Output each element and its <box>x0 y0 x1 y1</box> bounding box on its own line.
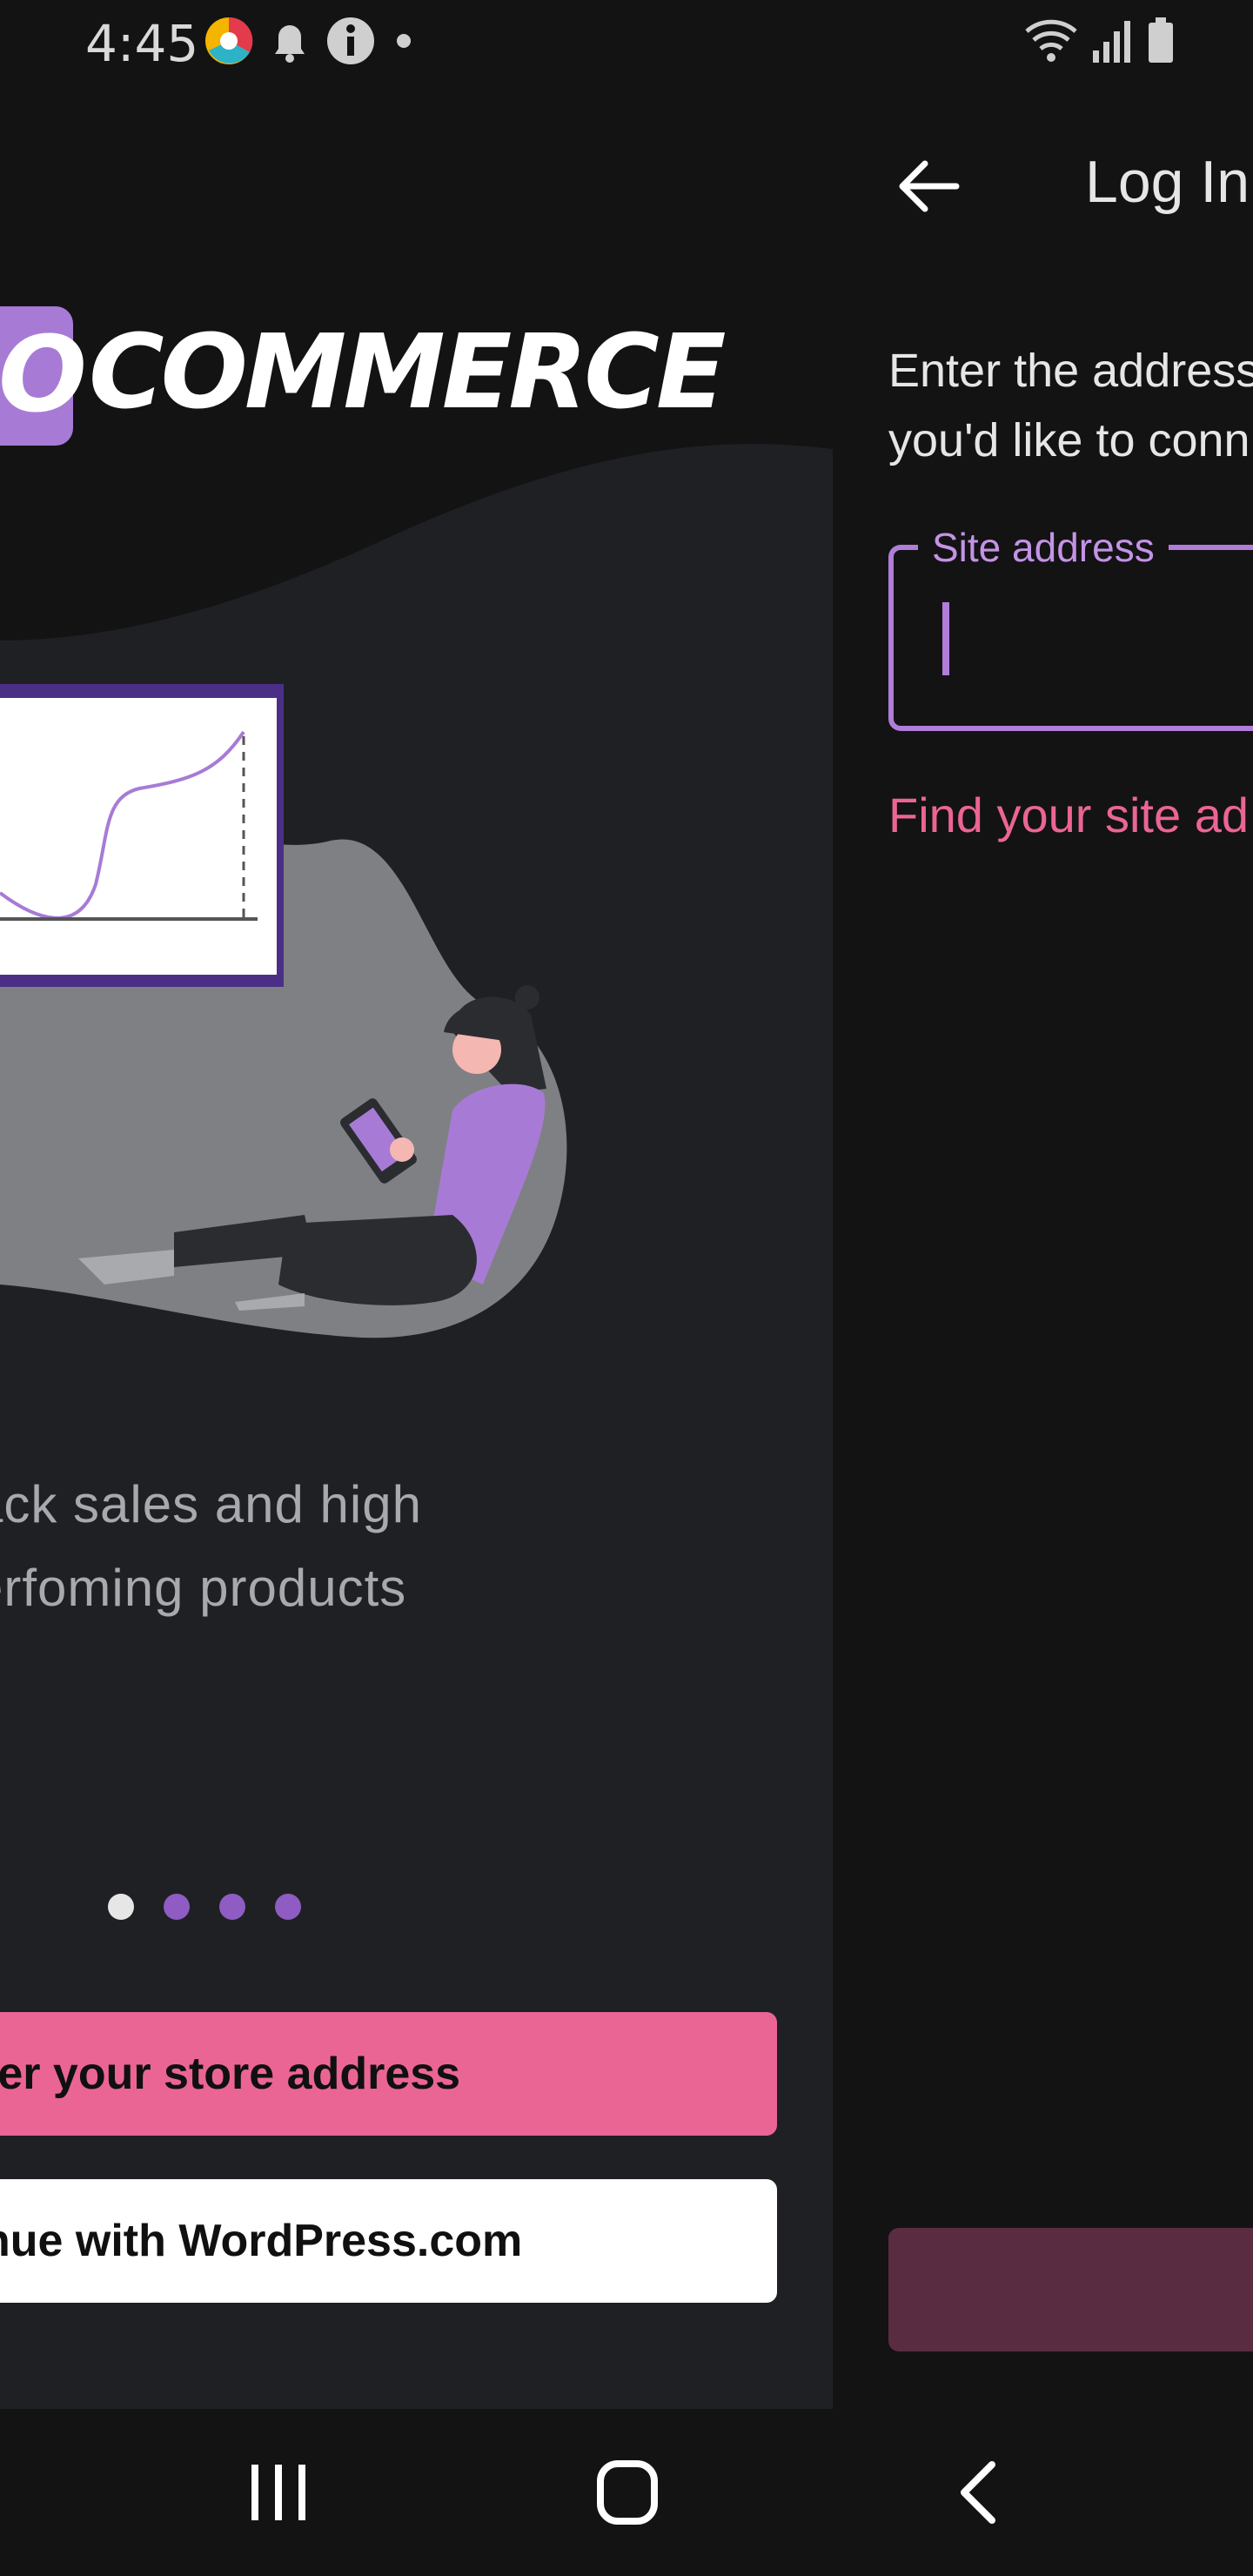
dot-icon <box>397 34 411 48</box>
notification-bell-icon <box>275 25 305 63</box>
continue-button[interactable] <box>888 2228 1253 2351</box>
prompt-line-1: Enter the address <box>888 345 1253 397</box>
continue-wordpress-button[interactable]: nue with WordPress.com <box>0 2179 777 2303</box>
logo-letter: O <box>0 315 88 436</box>
status-bar: 4:45 <box>0 0 1253 84</box>
status-time: 4:45 <box>85 14 199 73</box>
status-icons-right <box>1023 16 1175 64</box>
pager-dot-4[interactable] <box>275 1894 301 1920</box>
back-arrow-icon[interactable] <box>895 153 962 219</box>
site-address-input[interactable] <box>918 592 1252 672</box>
woo-logo-badge: O <box>0 306 87 446</box>
system-nav-bar <box>0 2409 1253 2576</box>
woo-logo-text: COMMERCE <box>89 312 726 432</box>
wifi-icon <box>1025 19 1077 62</box>
enter-store-address-label: ter your store address <box>0 2049 461 2099</box>
info-icon <box>327 17 374 64</box>
onboarding-tagline: ack sales and high erfoming products <box>0 1463 757 1630</box>
recent-apps-icon[interactable] <box>248 2461 309 2524</box>
site-address-label: Site address <box>918 524 1169 571</box>
tagline-line-1: ack sales and high <box>0 1475 422 1533</box>
tagline-line-2: erfoming products <box>0 1559 407 1617</box>
battery-icon <box>1149 17 1173 63</box>
pager-dot-3[interactable] <box>219 1894 245 1920</box>
signal-icon <box>1093 21 1130 63</box>
page-title: Log In <box>1085 149 1250 215</box>
continue-wordpress-label: nue with WordPress.com <box>0 2216 523 2266</box>
pager-dot-2[interactable] <box>164 1894 190 1920</box>
enter-store-address-button[interactable]: ter your store address <box>0 2012 777 2136</box>
find-site-address-link[interactable]: Find your site ad <box>888 787 1249 843</box>
back-icon[interactable] <box>955 2459 999 2526</box>
home-icon[interactable] <box>596 2459 659 2526</box>
chrome-like-app-icon <box>205 17 253 64</box>
onboarding-illustration <box>0 84 833 1338</box>
onboarding-panel: O COMMERCE ack sales and high erfoming p… <box>0 84 833 2409</box>
pager-dot-1[interactable] <box>108 1894 134 1920</box>
login-panel: Log In Enter the address you'd like to c… <box>833 84 1253 2409</box>
login-prompt: Enter the address you'd like to conn <box>888 336 1253 475</box>
pager-dots <box>108 1894 301 1920</box>
prompt-line-2: you'd like to conn <box>888 414 1250 466</box>
status-icons-left <box>204 16 421 66</box>
